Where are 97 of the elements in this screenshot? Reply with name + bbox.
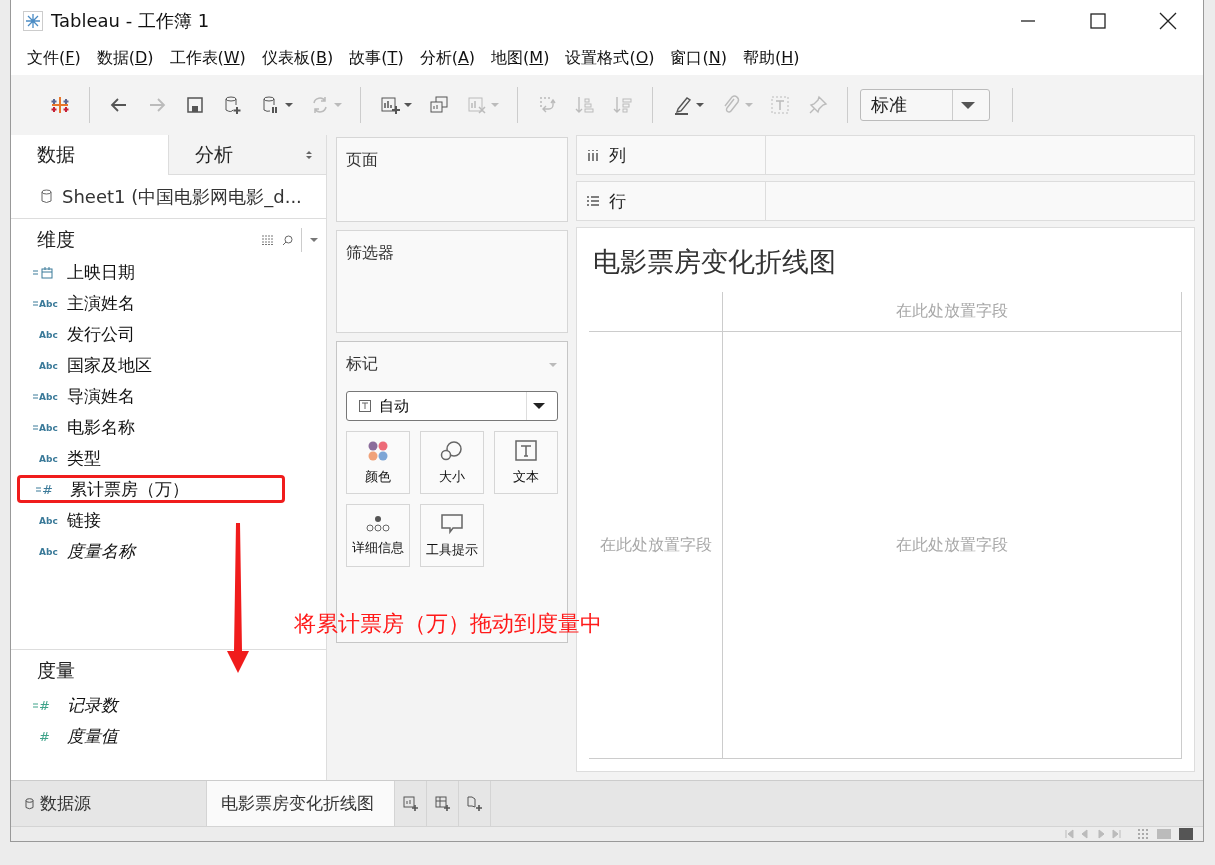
rows-icon	[587, 195, 599, 207]
menu-item[interactable]: 地图(M)	[483, 48, 558, 69]
mark-property-button[interactable]: 颜色	[346, 431, 410, 494]
menu-item[interactable]: 帮助(H)	[734, 48, 808, 69]
panel-tab[interactable]: 分析	[168, 135, 326, 175]
circles-icon	[440, 439, 464, 462]
shelf-label: 列	[609, 143, 626, 167]
type-label: Abc	[39, 515, 58, 526]
menu-item[interactable]: 工作表(W)	[161, 48, 254, 69]
text-mark-icon	[359, 400, 371, 412]
section-title: 度量	[37, 658, 75, 683]
logo-icon	[49, 94, 71, 116]
view-title: 电影票房变化折线图	[592, 245, 837, 279]
menu-item[interactable]: 仪表板(B)	[253, 48, 342, 69]
filters-shelf[interactable]: 筛选器	[336, 230, 568, 333]
field-item[interactable]: # 度量值	[11, 721, 326, 752]
pages-shelf[interactable]: 页面	[336, 137, 568, 222]
columns-shelf[interactable]: 列	[576, 135, 1195, 175]
field-item[interactable]: Abc 链接	[11, 505, 326, 536]
dots-icon	[366, 514, 390, 533]
field-item[interactable]: 上映日期	[11, 257, 326, 288]
search-icon[interactable]	[282, 234, 293, 246]
section-title: 维度	[37, 227, 75, 252]
minimize-icon	[1020, 20, 1036, 22]
speech-bubble-icon	[440, 512, 464, 535]
field-item[interactable]: # 累计票房（万）	[17, 475, 285, 503]
menu-item[interactable]: 故事(T)	[341, 48, 412, 69]
equals-icon	[33, 301, 38, 306]
sheet-tab[interactable]: 电影票房变化折线图	[207, 781, 395, 826]
shelf-title: 页面	[345, 149, 379, 171]
mark-property-button[interactable]: 文本	[494, 431, 558, 494]
field-item[interactable]: Abc 类型	[11, 443, 326, 474]
new-datasource-icon	[222, 94, 244, 116]
equals-icon	[36, 486, 41, 492]
mark-property-button[interactable]: 大小	[420, 431, 484, 494]
caret-icon	[533, 403, 545, 409]
type-label: Abc	[39, 422, 58, 433]
add-grid-icon	[434, 795, 451, 812]
field-item[interactable]: Abc 主演姓名	[11, 288, 326, 319]
equals-icon	[33, 394, 38, 399]
pin-icon	[807, 94, 829, 116]
rows-shelf[interactable]: 行	[576, 181, 1195, 221]
new-sheet-icon	[379, 94, 401, 116]
card-title: 标记	[345, 353, 378, 375]
shelf-label: 行	[609, 189, 626, 213]
menu-item[interactable]: 设置格式(O)	[557, 48, 663, 69]
field-item[interactable]: Abc 度量名称	[11, 536, 326, 567]
mark-property-button[interactable]: 详细信息	[346, 504, 410, 567]
type-label: Abc	[39, 453, 58, 464]
color-dots-icon	[367, 439, 389, 462]
field-item[interactable]: # 记录数	[11, 690, 326, 721]
sort-desc-icon	[612, 94, 634, 116]
add-chart-icon	[402, 795, 419, 812]
field-item[interactable]: Abc 国家及地区	[11, 350, 326, 381]
calendar-icon	[39, 266, 53, 279]
field-item[interactable]: Abc 导演姓名	[11, 381, 326, 412]
maximize-icon	[1090, 13, 1106, 29]
app-icon	[23, 11, 43, 31]
type-label: Abc	[39, 391, 58, 402]
caret-icon[interactable]	[549, 362, 557, 367]
menu-item[interactable]: 数据(D)	[88, 48, 162, 69]
database-icon	[41, 189, 52, 204]
mark-type-dropdown[interactable]: 自动	[346, 391, 558, 421]
menu-item[interactable]: 分析(A)	[411, 48, 484, 69]
shelf-title: 筛选器	[345, 242, 395, 264]
menu-item[interactable]: 文件(F)	[19, 48, 89, 69]
type-label: Abc	[39, 546, 58, 557]
duplicate-icon	[428, 94, 450, 116]
add-book-icon	[466, 795, 483, 812]
caret-icon[interactable]	[310, 238, 318, 242]
type-label: #	[42, 481, 53, 497]
equals-icon	[33, 703, 38, 708]
equals-icon	[33, 270, 38, 275]
save-icon	[184, 94, 206, 116]
mark-property-button[interactable]: 工具提示	[420, 504, 484, 567]
label-icon	[769, 94, 791, 116]
columns-icon	[587, 149, 599, 161]
menu-item[interactable]: 窗口(N)	[662, 48, 735, 69]
field-item[interactable]: Abc 电影名称	[11, 412, 326, 443]
type-label: Abc	[39, 329, 58, 340]
sort-asc-icon	[574, 94, 596, 116]
field-item[interactable]: Abc 发行公司	[11, 319, 326, 350]
text-icon	[515, 439, 537, 462]
list-view-icon[interactable]	[262, 235, 274, 245]
type-label: #	[39, 698, 50, 713]
sort-arrows-icon	[306, 149, 312, 160]
database-icon	[25, 797, 34, 810]
fit-dropdown[interactable]: 标准	[860, 89, 990, 121]
type-label: Abc	[39, 360, 58, 371]
equals-icon	[33, 425, 38, 430]
type-label: Abc	[39, 298, 58, 309]
clear-icon	[466, 94, 488, 116]
datasource-name[interactable]: Sheet1 (中国电影网电影_d...	[62, 184, 302, 209]
grid-view-icon[interactable]	[1137, 828, 1149, 840]
window-title: Tableau - 工作簿 1	[51, 9, 210, 33]
type-label: #	[39, 729, 50, 744]
close-icon	[1159, 12, 1177, 30]
